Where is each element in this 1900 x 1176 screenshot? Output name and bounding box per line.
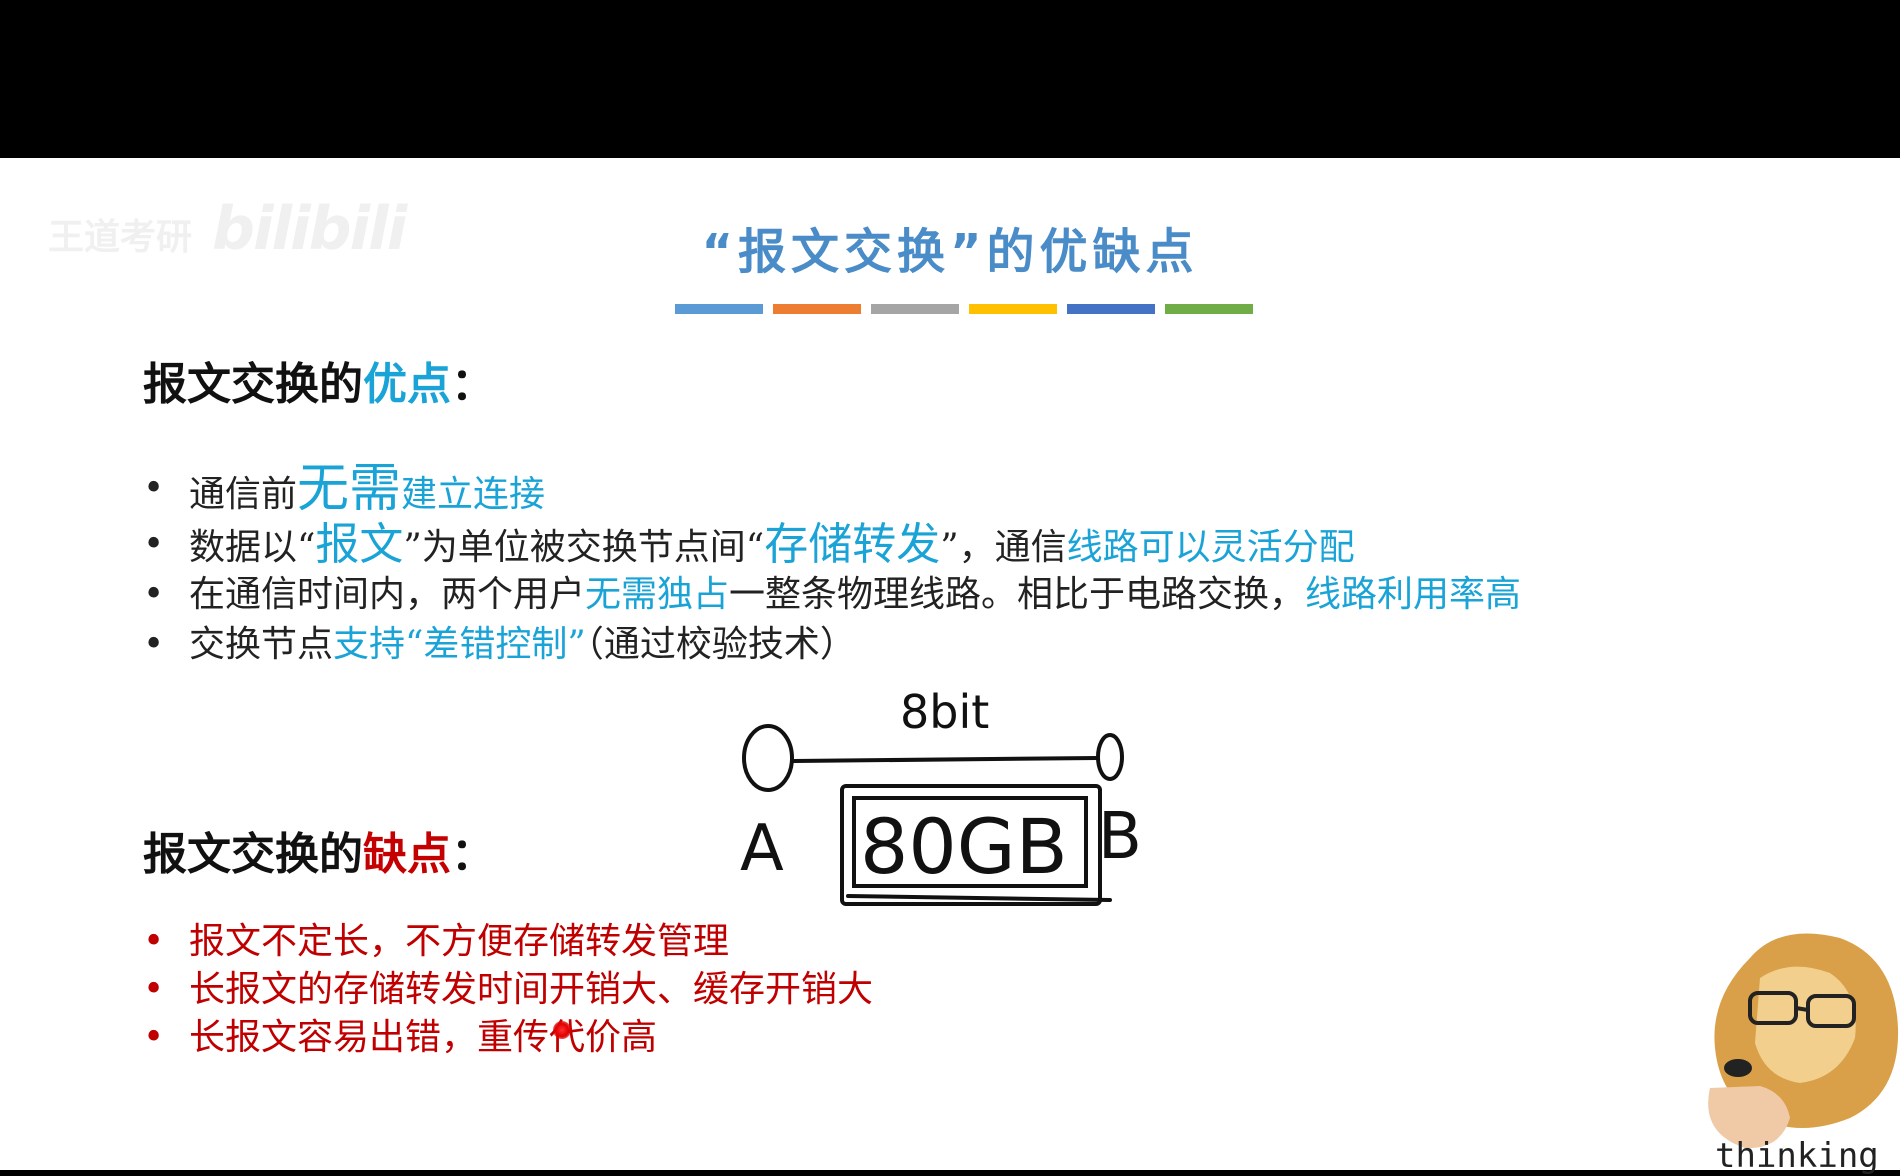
pros-text-segment: 交换节点 <box>189 624 334 665</box>
node-b-label: B <box>1098 800 1140 874</box>
link-label: 8bit <box>900 685 989 739</box>
cons-heading-suffix: ： <box>451 829 495 880</box>
pros-list-item: 在通信时间内，两个用户无需独占一整条物理线路。相比于电路交换，线路利用率高 <box>143 570 1521 620</box>
title-rule-segment <box>675 304 763 314</box>
title-rule-segment <box>773 304 861 314</box>
pros-text-segment: 数据以“ <box>189 527 316 568</box>
node-a-label: A <box>740 812 784 886</box>
pros-text-segment: 建立连接 <box>401 474 546 515</box>
pros-heading-highlight: 优点 <box>363 359 451 410</box>
node-a-circle <box>742 724 794 792</box>
pros-text-segment: 通信前 <box>189 474 298 515</box>
pros-text-segment: ”为单位被交换节点间“ <box>403 527 765 568</box>
pros-text-segment: 存储转发 <box>764 519 941 570</box>
node-b-circle <box>1096 733 1124 781</box>
pros-heading-suffix: ： <box>451 359 495 410</box>
title-color-rule <box>675 304 1253 314</box>
pros-list: 通信前无需建立连接数据以“报文”为单位被交换节点间“存储转发”，通信线路可以灵活… <box>143 458 1521 670</box>
sticker-label: thinking <box>1715 1136 1879 1176</box>
title-rule-segment <box>1165 304 1253 314</box>
link-line <box>792 756 1100 763</box>
laser-pointer-dot <box>553 1021 571 1039</box>
pros-list-item: 通信前无需建立连接 <box>143 458 1521 520</box>
pros-text-segment: 线路可以灵活分配 <box>1066 527 1355 568</box>
cons-list-item: 报文不定长，不方便存储转发管理 <box>143 918 873 966</box>
top-black-bar <box>0 0 1900 158</box>
thinking-doge-sticker <box>1708 933 1899 1149</box>
pros-heading: 报文交换的优点： <box>143 348 495 412</box>
pros-text-segment: 无需 <box>297 459 402 519</box>
message-label: 80GB <box>860 802 1068 891</box>
pros-heading-prefix: 报文交换的 <box>143 359 363 410</box>
cons-heading-highlight: 缺点 <box>363 829 451 880</box>
title-rule-segment <box>1067 304 1155 314</box>
pros-text-segment: 无需独占 <box>585 574 730 615</box>
slide-title: “报文交换”的优缺点 <box>701 224 1199 280</box>
title-rule-segment <box>969 304 1057 314</box>
message-box-underline <box>846 894 1112 902</box>
cons-list-item: 长报文容易出错，重传代价高 <box>143 1014 873 1062</box>
pros-text-segment: 支持“差错控制” <box>333 624 586 665</box>
handwritten-sketch: 8bit 80GB A B <box>740 685 1140 906</box>
cons-list-item: 长报文的存储转发时间开销大、缓存开销大 <box>143 966 873 1014</box>
pros-text-segment: 在通信时间内，两个用户 <box>189 574 586 615</box>
pros-text-segment: 一整条物理线路。相比于电路交换， <box>729 574 1306 615</box>
pros-list-item: 数据以“报文”为单位被交换节点间“存储转发”，通信线路可以灵活分配 <box>143 519 1521 571</box>
title-rule-segment <box>871 304 959 314</box>
pros-text-segment: 线路利用率高 <box>1305 574 1522 615</box>
cons-heading-prefix: 报文交换的 <box>143 829 363 880</box>
slide: 王道考研bilibili “报文交换”的优缺点 报文交换的优点： 通信前无需建立… <box>0 158 1900 1176</box>
pros-text-segment: ”，通信 <box>940 527 1067 568</box>
cons-list: 报文不定长，不方便存储转发管理长报文的存储转发时间开销大、缓存开销大长报文容易出… <box>143 918 873 1062</box>
cons-heading: 报文交换的缺点： <box>143 818 495 882</box>
pros-text-segment: 报文 <box>315 519 404 570</box>
